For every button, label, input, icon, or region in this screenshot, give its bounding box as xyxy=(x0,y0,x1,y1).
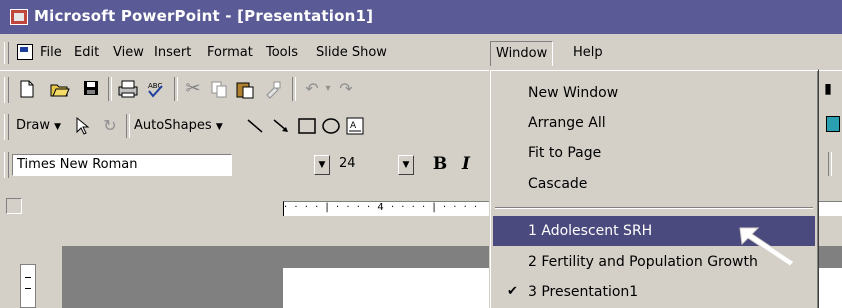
draw-label: Draw xyxy=(16,118,50,133)
menu-item-recent-3[interactable]: ✔ 3 Presentation1 xyxy=(493,277,815,307)
menu-file[interactable]: File xyxy=(38,44,64,62)
menu-item-recent-3-label: 3 Presentation1 xyxy=(528,284,639,300)
chevron-down-icon: ▼ xyxy=(215,122,223,132)
menu-item-new-window[interactable]: New Window xyxy=(493,78,815,108)
menu-bar: File Edit View Insert Format Tools Slide… xyxy=(0,38,842,66)
document-menu-icon[interactable] xyxy=(17,44,33,60)
autoshapes-label: AutoShapes xyxy=(134,118,212,133)
save-icon[interactable] xyxy=(80,79,102,99)
autoshapes-menu-button[interactable]: AutoShapes ▼ xyxy=(134,117,223,136)
mouse-cursor-icon xyxy=(739,227,795,267)
open-folder-icon[interactable] xyxy=(48,79,72,99)
undo-dropdown-icon[interactable]: ▾ xyxy=(322,79,334,99)
vertical-ruler[interactable] xyxy=(20,264,36,308)
font-size-field[interactable]: 24 xyxy=(335,154,405,176)
toolbar-separator xyxy=(292,77,296,101)
oval-icon[interactable] xyxy=(320,116,342,136)
menu-tools[interactable]: Tools xyxy=(264,44,300,62)
italic-button[interactable]: I xyxy=(456,154,476,174)
fill-color-icon[interactable] xyxy=(826,116,840,136)
menubar-grip[interactable] xyxy=(4,42,9,64)
draw-menu-button[interactable]: Draw ▼ xyxy=(16,117,61,136)
select-arrow-icon[interactable] xyxy=(72,116,92,136)
svg-text:A: A xyxy=(350,121,357,131)
text-box-icon[interactable]: A xyxy=(344,116,366,136)
copy-icon[interactable] xyxy=(208,79,230,99)
bold-button[interactable]: B xyxy=(430,154,450,174)
new-document-icon[interactable] xyxy=(16,79,38,99)
menu-view[interactable]: View xyxy=(111,44,146,62)
toolbar-grip[interactable] xyxy=(4,114,9,140)
font-size-dropdown-icon[interactable]: ▼ xyxy=(398,155,414,175)
toolbar-separator xyxy=(108,77,112,101)
line-icon[interactable] xyxy=(244,116,266,136)
rectangle-icon[interactable] xyxy=(296,116,318,136)
menu-window[interactable]: Window xyxy=(490,41,554,66)
free-rotate-icon[interactable]: ↻ xyxy=(100,116,120,136)
ruler-corner xyxy=(6,198,22,214)
spelling-icon[interactable]: ABC xyxy=(144,79,168,99)
menu-slide-show[interactable]: Slide Show xyxy=(314,44,389,62)
toolbar-separator xyxy=(126,114,130,138)
paste-icon[interactable] xyxy=(234,79,256,99)
check-icon: ✔ xyxy=(507,284,518,299)
cut-icon[interactable]: ✂ xyxy=(182,79,204,99)
toolbar-grip[interactable] xyxy=(4,77,9,103)
font-name-field[interactable]: Times New Roman xyxy=(12,154,232,176)
print-icon[interactable] xyxy=(116,79,140,99)
menu-item-arrange-all[interactable]: Arrange All xyxy=(493,108,815,138)
toolbar-separator xyxy=(174,77,178,101)
format-painter-icon[interactable] xyxy=(262,79,284,99)
menu-help[interactable]: Help xyxy=(571,44,605,62)
font-name-dropdown-icon[interactable]: ▼ xyxy=(314,155,330,175)
toolbar-separator xyxy=(828,152,832,176)
toolbar-grip[interactable] xyxy=(4,152,9,178)
window-menu-dropdown: New Window Arrange All Fit to Page Casca… xyxy=(489,69,819,308)
toolbar-overflow-icon[interactable]: ▮ xyxy=(822,79,834,99)
window-title: Microsoft PowerPoint - [Presentation1] xyxy=(34,7,374,25)
menu-separator xyxy=(495,207,813,209)
menu-edit[interactable]: Edit xyxy=(72,44,101,62)
undo-icon[interactable]: ↶ xyxy=(302,79,322,99)
arrow-icon[interactable] xyxy=(270,116,292,136)
menu-item-cascade[interactable]: Cascade xyxy=(493,169,815,199)
title-bar: Microsoft PowerPoint - [Presentation1] xyxy=(0,0,842,34)
powerpoint-icon xyxy=(10,9,28,25)
chevron-down-icon: ▼ xyxy=(54,122,62,132)
menu-item-fit-to-page[interactable]: Fit to Page xyxy=(493,138,815,168)
redo-icon[interactable]: ↷ xyxy=(336,79,356,99)
menu-insert[interactable]: Insert xyxy=(152,44,193,62)
menu-format[interactable]: Format xyxy=(205,44,255,62)
